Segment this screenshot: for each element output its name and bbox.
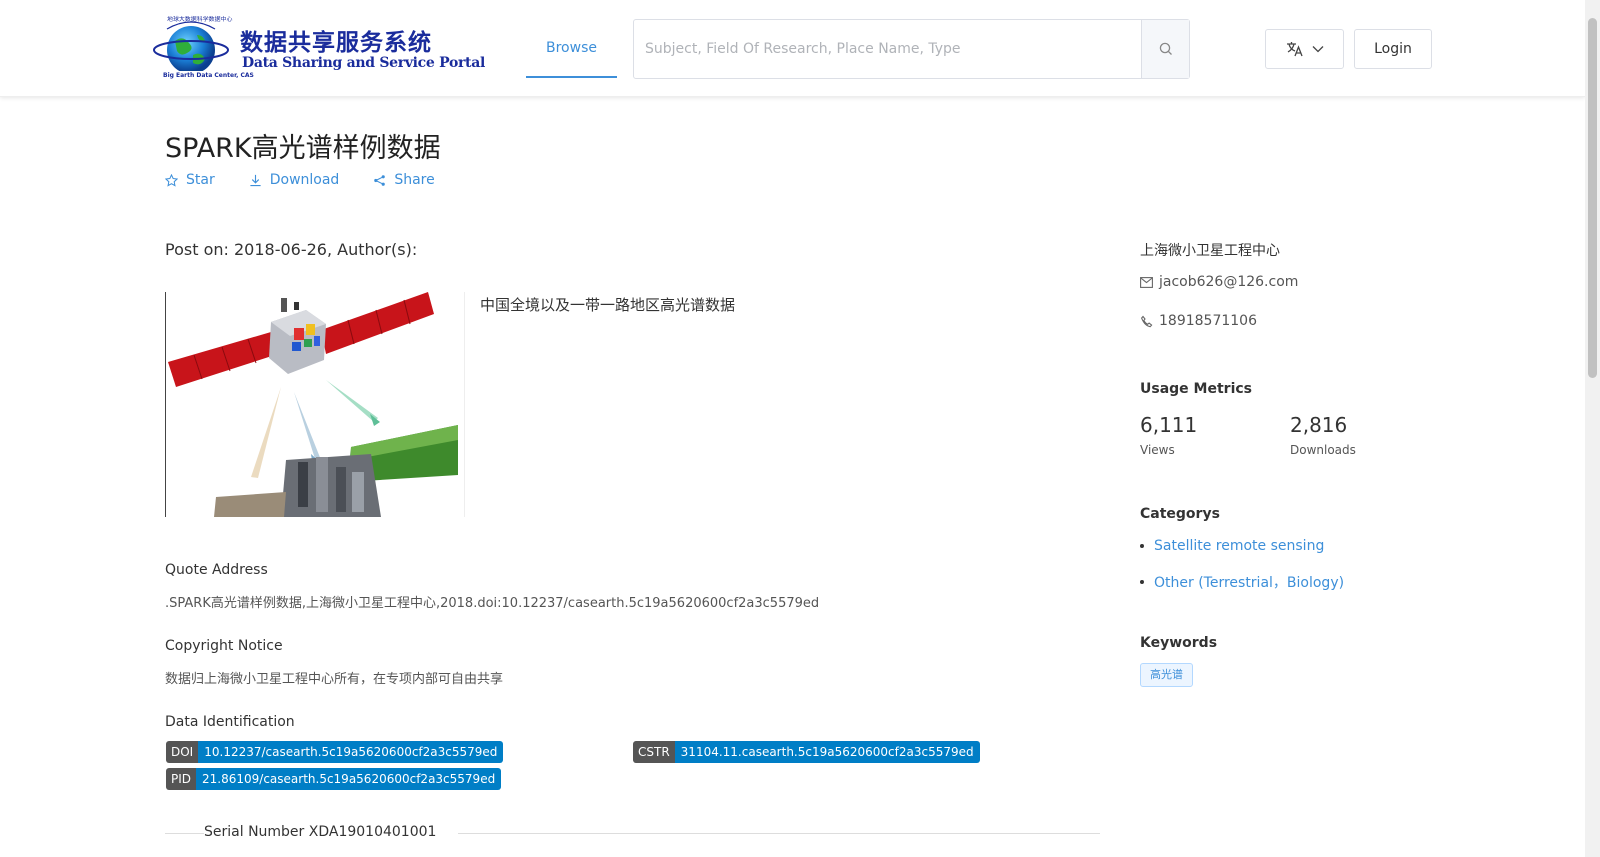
star-label: Star: [186, 172, 215, 188]
download-icon: [250, 174, 261, 186]
organization-name: 上海微小卫星工程中心: [1140, 243, 1280, 259]
chevron-down-icon: [1312, 46, 1323, 53]
quote-address-label: Quote Address: [165, 562, 268, 578]
download-label: Download: [269, 172, 340, 188]
share-label: Share: [394, 172, 435, 188]
bullet-icon: [1140, 580, 1144, 584]
nav-browse-tab[interactable]: Browse: [526, 0, 617, 78]
dataset-actions: Star Download Share: [165, 172, 435, 188]
star-icon: [165, 173, 178, 187]
logo-title-en: Data Sharing and Service Portal: [242, 55, 486, 71]
logo-title-cn: 数据共享服务系统: [240, 30, 432, 56]
usage-metrics-title: Usage Metrics: [1140, 381, 1252, 397]
share-button[interactable]: Share: [373, 172, 435, 188]
search-box: [633, 19, 1190, 79]
phone-icon: [1140, 315, 1153, 327]
cstr-badge-value: 31104.11.casearth.5c19a5620600cf2a3c5579…: [674, 741, 980, 763]
quote-address-text: .SPARK高光谱样例数据,上海微小卫星工程中心,2018.doi:10.122…: [165, 596, 820, 611]
serial-number: Serial Number XDA19010401001: [204, 824, 459, 840]
doi-badge-key: DOI: [166, 741, 199, 763]
star-button[interactable]: Star: [165, 172, 215, 188]
search-input[interactable]: [634, 20, 1142, 78]
categories-title: Categorys: [1140, 506, 1220, 522]
language-switch-button[interactable]: [1265, 29, 1344, 69]
cstr-badge-key: CSTR: [633, 741, 675, 763]
dataset-title: SPARK高光谱样例数据: [165, 133, 441, 164]
doi-badge[interactable]: DOI 10.12237/casearth.5c19a5620600cf2a3c…: [166, 741, 504, 763]
keyword-tag[interactable]: 高光谱: [1140, 663, 1193, 687]
cstr-badge[interactable]: CSTR 31104.11.casearth.5c19a5620600cf2a3…: [633, 741, 980, 763]
contact-phone: 18918571106: [1140, 313, 1257, 329]
pid-badge[interactable]: PID 21.86109/casearth.5c19a5620600cf2a3c…: [166, 768, 502, 790]
copyright-label: Copyright Notice: [165, 638, 283, 654]
login-button[interactable]: Login: [1354, 29, 1432, 69]
downloads-count: 2,816: [1290, 413, 1348, 437]
mail-icon: [1140, 276, 1153, 288]
globe-logo-icon: [153, 21, 229, 76]
dataset-thumbnail: [165, 292, 465, 517]
portal-logo[interactable]: 地球大数据科学数据中心 Big Earth Data Center, CAS 数…: [153, 15, 485, 79]
logo-ring-text: 地球大数据科学数据中心: [167, 15, 233, 23]
views-count: 6,111: [1140, 413, 1198, 437]
phone-text: 18918571106: [1159, 313, 1257, 329]
keywords-title: Keywords: [1140, 635, 1218, 651]
scrollbar-thumb[interactable]: [1588, 18, 1597, 378]
category-label: Satellite remote sensing: [1154, 538, 1325, 554]
views-label: Views: [1140, 443, 1175, 457]
download-button[interactable]: Download: [249, 172, 340, 188]
search-icon: [1159, 42, 1172, 55]
category-item[interactable]: Other (Terrestrial，Biology): [1140, 572, 1344, 592]
translate-icon: [1286, 42, 1303, 57]
search-button[interactable]: [1141, 20, 1189, 78]
dataset-summary: 中国全境以及一带一路地区高光谱数据: [480, 296, 736, 314]
logo-sub-text: Big Earth Data Center, CAS: [163, 72, 254, 79]
doi-badge-value: 10.12237/casearth.5c19a5620600cf2a3c5579…: [198, 741, 504, 763]
data-identification-label: Data Identification: [165, 714, 295, 730]
top-header: 地球大数据科学数据中心 Big Earth Data Center, CAS 数…: [0, 0, 1585, 97]
category-item[interactable]: Satellite remote sensing: [1140, 538, 1324, 554]
bullet-icon: [1140, 544, 1144, 548]
pid-badge-value: 21.86109/casearth.5c19a5620600cf2a3c5579…: [196, 768, 502, 790]
pid-badge-key: PID: [166, 768, 197, 790]
copyright-text: 数据归上海微小卫星工程中心所有，在专项内部可自由共享: [165, 672, 504, 687]
contact-email[interactable]: jacob626@126.com: [1140, 274, 1298, 290]
downloads-label: Downloads: [1290, 443, 1356, 457]
email-text: jacob626@126.com: [1159, 274, 1299, 290]
post-info: Post on: 2018-06-26, Author(s):: [165, 240, 418, 259]
category-label: Other (Terrestrial，Biology): [1154, 575, 1345, 591]
satellite-illustration: [168, 292, 458, 517]
share-icon: [374, 174, 386, 186]
